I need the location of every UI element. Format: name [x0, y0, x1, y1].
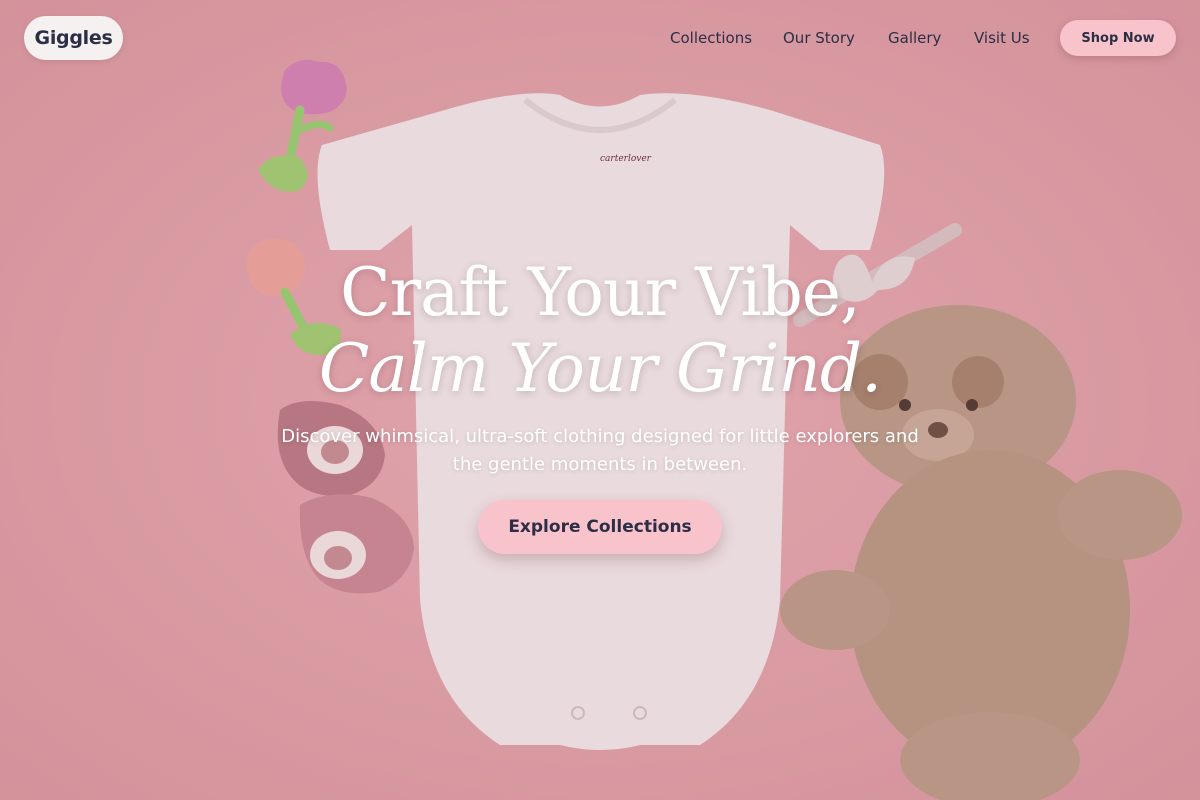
- onesie-label: carterlover: [600, 154, 651, 164]
- main-navigation: Collections Our Story Gallery Visit Us: [0, 26, 1200, 50]
- hero-section: Craft Your Vibe, Calm Your Grind. Discov…: [0, 255, 1200, 479]
- hero-subtitle: Discover whimsical, ultra-soft clothing …: [281, 426, 919, 475]
- hero-title: Craft Your Vibe, Calm Your Grind.: [0, 255, 1200, 407]
- nav-link-collections[interactable]: Collections: [670, 26, 752, 50]
- nav-link-visit-us[interactable]: Visit Us: [974, 26, 1030, 50]
- nav-link-our-story[interactable]: Our Story: [783, 26, 855, 50]
- hero-title-line1: Craft Your Vibe,: [340, 254, 861, 331]
- nav-link-gallery[interactable]: Gallery: [888, 26, 941, 50]
- explore-collections-button[interactable]: Explore Collections: [478, 500, 722, 554]
- shop-now-button[interactable]: Shop Now: [1060, 20, 1176, 56]
- hero-title-line2: Calm Your Grind.: [318, 330, 882, 407]
